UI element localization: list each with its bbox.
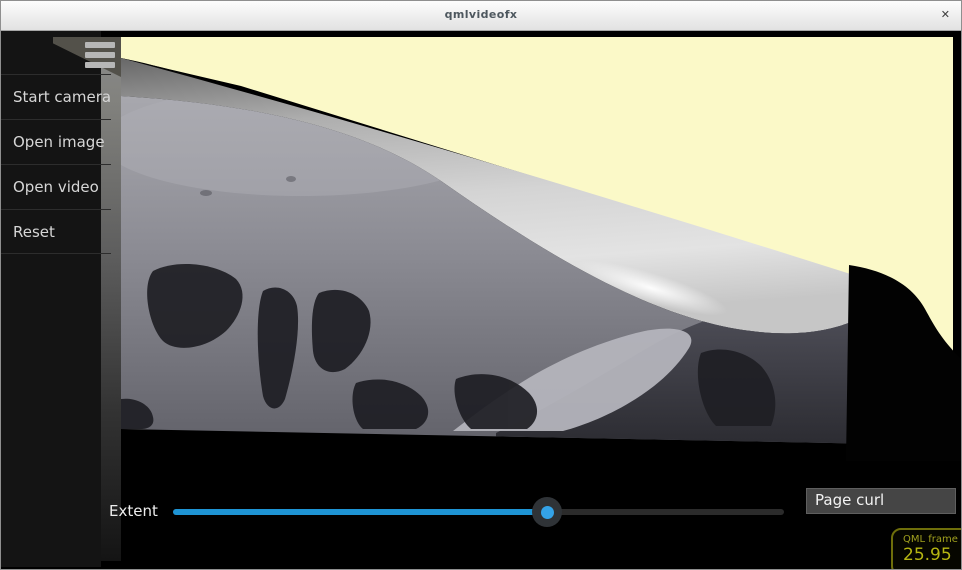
frame-rate-box: QML frame r... 25.95 — [891, 528, 962, 570]
menu-icon-bar — [85, 62, 115, 68]
extent-slider-handle-dot — [541, 506, 554, 519]
app-window: Start camera Open image Open video Reset… — [0, 0, 962, 570]
frame-rate-value: 25.95 — [903, 545, 962, 565]
extent-slider-track[interactable] — [173, 509, 784, 515]
menu-icon-bar — [85, 42, 115, 48]
sidebar-item-start-camera[interactable]: Start camera — [1, 74, 111, 119]
extent-slider-handle[interactable] — [532, 497, 562, 527]
menu-icon[interactable] — [85, 42, 115, 72]
title-bar: qmlvideofx ✕ — [1, 1, 961, 31]
frame-rate-label: QML frame r... — [903, 534, 962, 545]
close-icon[interactable]: ✕ — [941, 1, 950, 29]
sidebar-item-open-video[interactable]: Open video — [1, 164, 111, 209]
effect-select-button[interactable]: Page curl — [806, 488, 956, 514]
sidebar-item-open-image[interactable]: Open image — [1, 119, 111, 164]
extent-slider-fill — [173, 509, 547, 515]
window-title: qmlvideofx — [1, 1, 961, 29]
menu-icon-bar — [85, 52, 115, 58]
extent-label: Extent — [109, 502, 158, 520]
sidebar-item-reset[interactable]: Reset — [1, 209, 111, 254]
sidebar-menu: Start camera Open image Open video Reset — [1, 74, 111, 254]
